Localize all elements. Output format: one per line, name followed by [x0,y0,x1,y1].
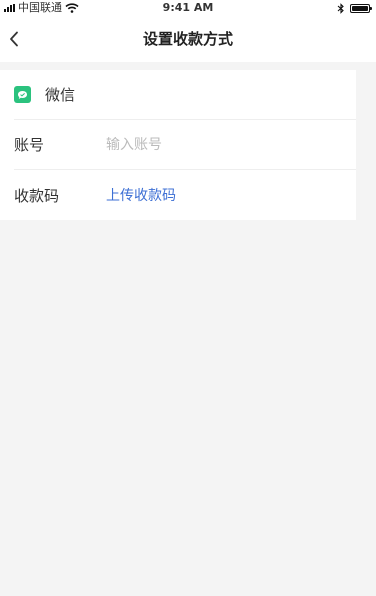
nav-bar: 设置收款方式 [0,16,376,62]
chat-bubble-icon [18,90,27,99]
bluetooth-icon [337,2,344,14]
account-row: 账号 [14,120,356,170]
status-bar: 中国联通 9:41 AM [0,0,376,16]
status-right [337,0,372,16]
upload-qr-code-link[interactable]: 上传收款码 [106,185,176,205]
payment-method-row: 微信 [14,70,356,120]
page-title: 设置收款方式 [142,30,233,48]
account-input[interactable] [106,136,306,153]
status-time: 9:41 AM [162,1,214,14]
account-label: 账号 [14,136,45,154]
payment-method-name: 微信 [45,86,76,104]
qr-code-label: 收款码 [14,186,60,205]
battery-icon [350,3,372,13]
payment-form-card: 微信 账号 收款码 上传收款码 [0,70,356,220]
qr-code-row: 收款码 上传收款码 [14,170,356,220]
wechat-pay-icon [14,86,31,103]
